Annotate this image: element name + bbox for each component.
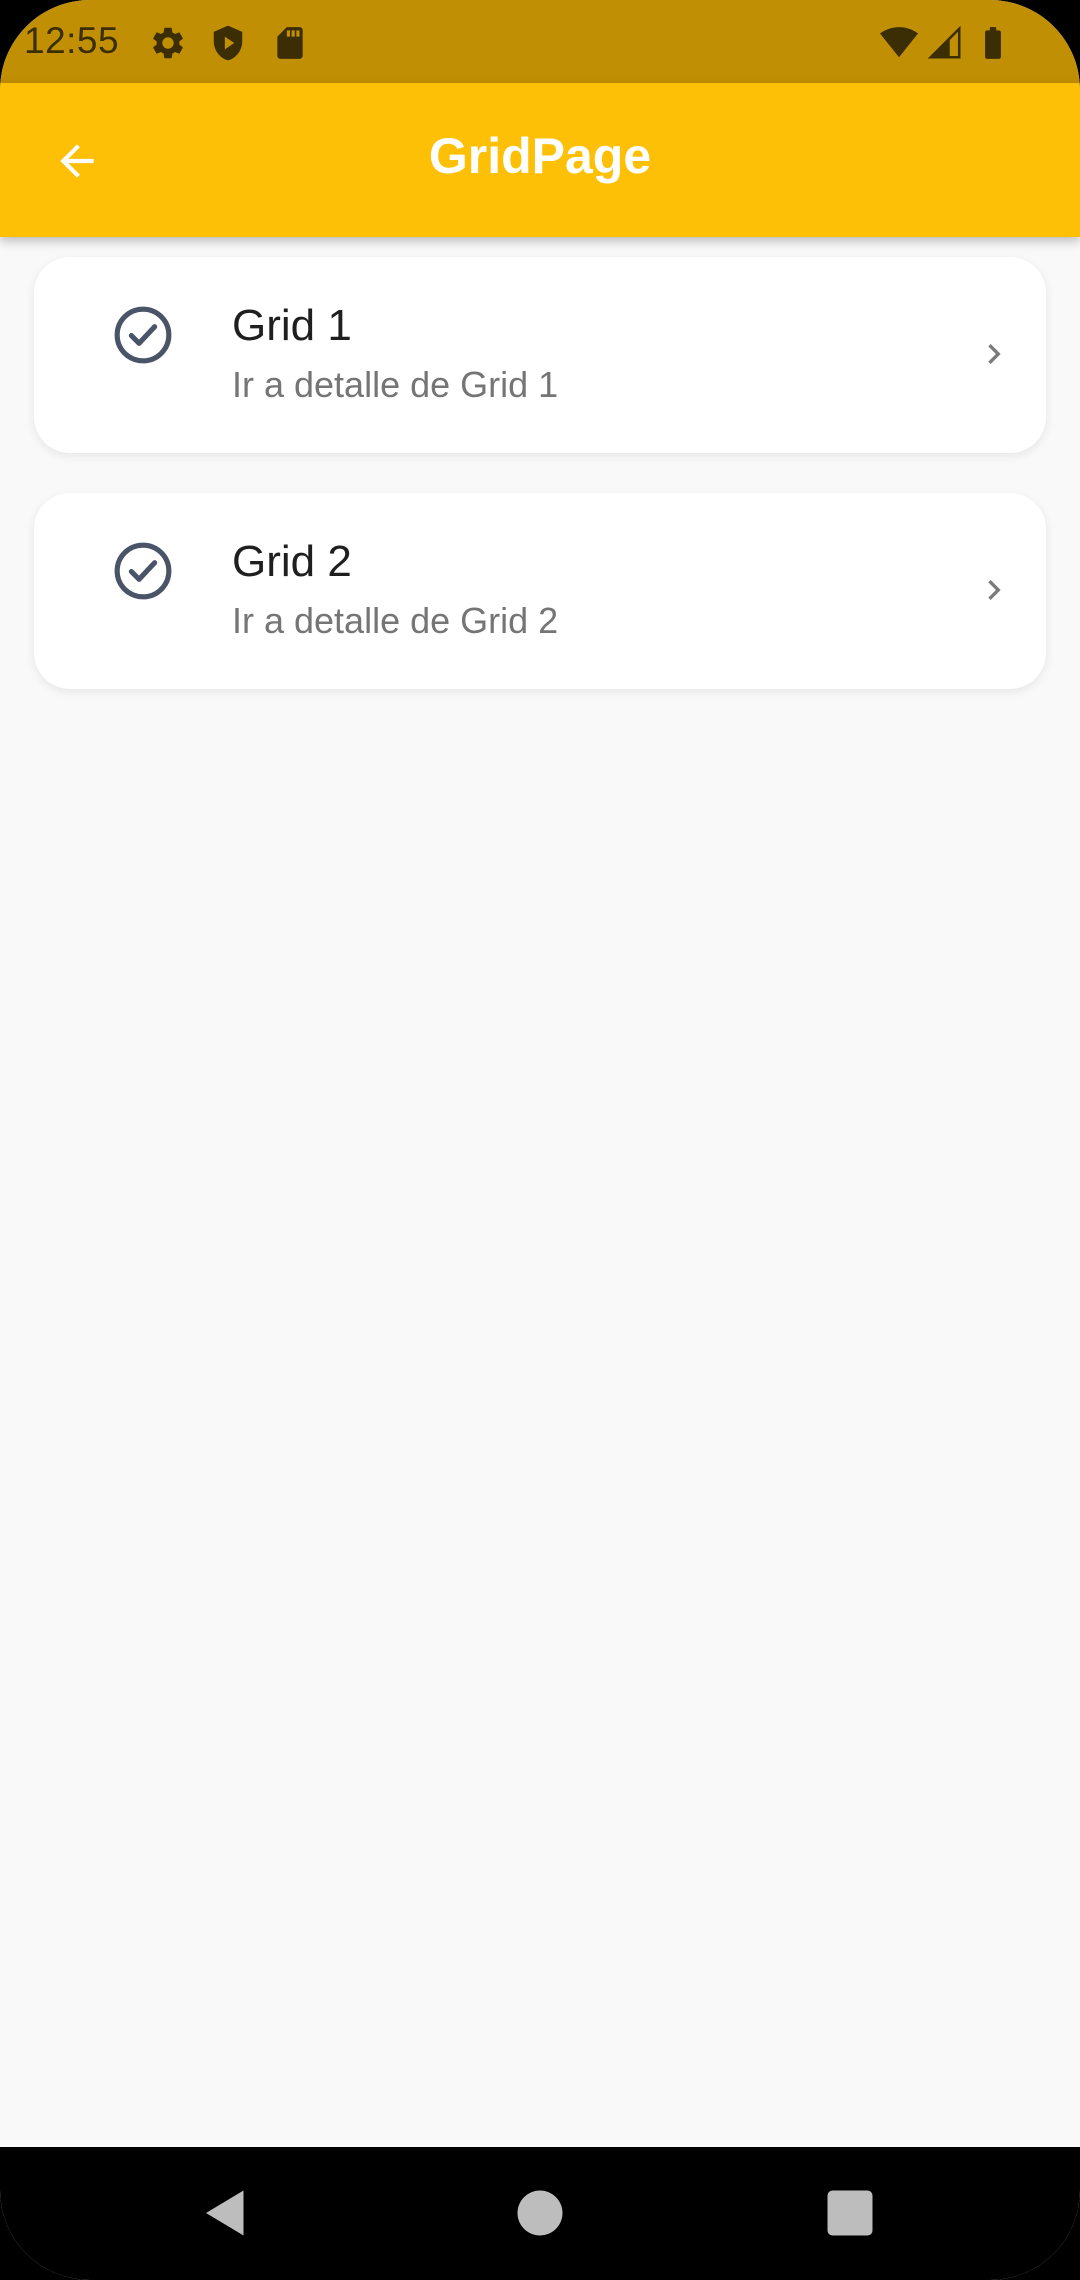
back-triangle-icon[interactable] [196, 2183, 256, 2243]
status-bar: 12:55 [0, 0, 1080, 83]
shield-play-icon [213, 25, 243, 61]
chevron-right-icon [988, 344, 1001, 364]
app-bar: GridPage [0, 83, 1080, 237]
chevron-right-icon [988, 580, 1001, 600]
home-circle-icon[interactable] [510, 2183, 570, 2243]
list-item-subtitle: Ir a detalle de Grid 2 [232, 600, 559, 641]
status-time: 12:55 [24, 20, 120, 61]
list-item-grid-2[interactable]: Grid 2 Ir a detalle de Grid 2 [34, 493, 1046, 689]
settings-icon [153, 27, 183, 59]
system-navigation-bar [0, 2147, 1080, 2280]
list-item-title: Grid 1 [232, 301, 352, 350]
list-item-grid-1[interactable]: Grid 1 Ir a detalle de Grid 1 [34, 257, 1046, 453]
list-item-title: Grid 2 [232, 537, 352, 586]
list-item-subtitle: Ir a detalle de Grid 1 [232, 364, 559, 405]
page-title: GridPage [428, 128, 652, 184]
check-circle-icon [114, 542, 172, 600]
cellular-signal-icon [927, 25, 961, 59]
recents-square-icon[interactable] [820, 2183, 880, 2243]
screen: 12:55 GridPage Grid 1 Ir a detalle de Gr… [0, 0, 1080, 2280]
sd-card-icon [277, 27, 303, 59]
wifi-icon [880, 27, 918, 58]
battery-icon [985, 27, 1001, 59]
check-circle-icon [114, 306, 172, 364]
